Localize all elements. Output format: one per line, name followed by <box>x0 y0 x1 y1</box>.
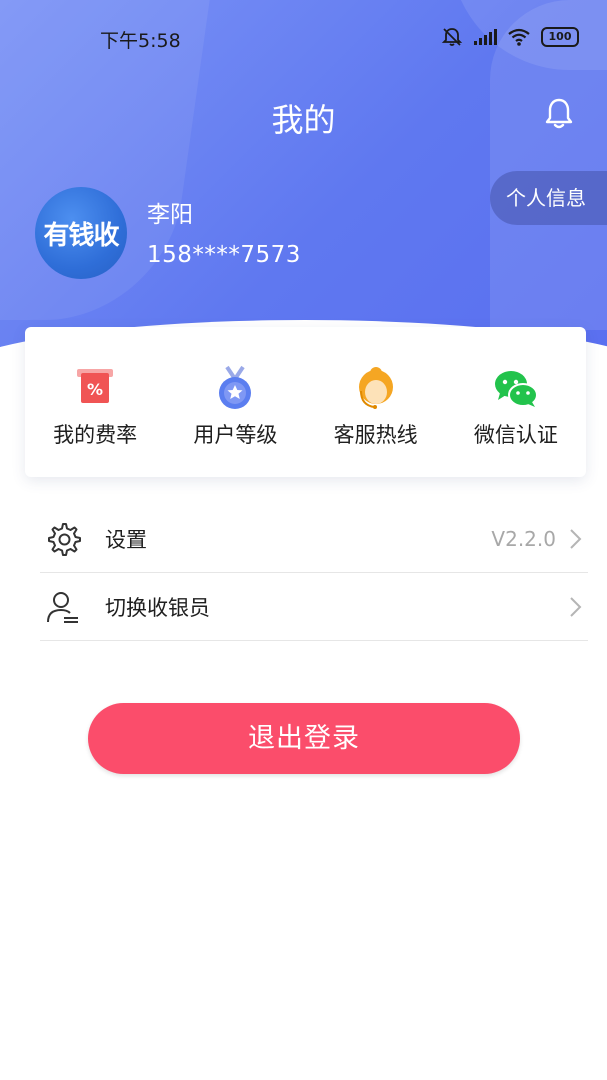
menu-item-switch-cashier[interactable]: 切换收银员 <box>40 573 588 641</box>
status-time: 下午5:58 <box>100 30 181 52</box>
status-icons: 100 <box>441 26 579 48</box>
wechat-icon <box>494 371 538 407</box>
quick-actions-card: % 我的费率 用户等级 客服热线 微信认证 <box>25 327 586 477</box>
page-title: 我的 <box>271 101 336 139</box>
logout-button[interactable]: 退出登录 <box>88 703 520 774</box>
user-phone: 158****7573 <box>147 242 301 268</box>
rate-tag-icon: % <box>77 369 114 403</box>
customer-service-icon <box>358 367 393 409</box>
menu-item-label: 切换收银员 <box>105 595 210 620</box>
personal-info-button[interactable]: 个人信息 <box>490 171 607 225</box>
user-name: 李阳 <box>147 202 193 228</box>
quick-action-label: 微信认证 <box>473 423 558 447</box>
quick-action-rate[interactable]: % 我的费率 <box>25 327 165 477</box>
version-label: V2.2.0 <box>491 526 556 551</box>
avatar[interactable]: 有钱收 <box>35 187 127 279</box>
medal-icon <box>219 365 252 409</box>
menu-list: 设置 V2.2.0 切换收银员 <box>40 505 588 641</box>
wifi-icon <box>508 28 530 46</box>
mute-bell-icon <box>441 28 463 46</box>
status-bar: 下午5:58 100 <box>0 0 607 72</box>
chevron-right-icon <box>570 596 582 617</box>
chevron-right-icon <box>570 528 582 549</box>
quick-action-label: 客服热线 <box>333 423 418 447</box>
svg-text:%: % <box>87 380 103 399</box>
notification-bell-icon[interactable] <box>541 96 577 132</box>
quick-action-label: 我的费率 <box>53 423 138 447</box>
quick-action-service[interactable]: 客服热线 <box>306 327 446 477</box>
quick-action-label: 用户等级 <box>193 423 278 447</box>
quick-action-wechat[interactable]: 微信认证 <box>446 327 586 477</box>
menu-item-label: 设置 <box>105 527 147 552</box>
quick-action-level[interactable]: 用户等级 <box>165 327 305 477</box>
gear-icon <box>48 522 81 556</box>
signal-icon <box>474 29 497 45</box>
menu-item-settings[interactable]: 设置 V2.2.0 <box>40 505 588 573</box>
avatar-logo-text: 有钱收 <box>43 220 119 251</box>
battery-icon: 100 <box>541 27 579 47</box>
user-switch-icon <box>47 591 78 623</box>
